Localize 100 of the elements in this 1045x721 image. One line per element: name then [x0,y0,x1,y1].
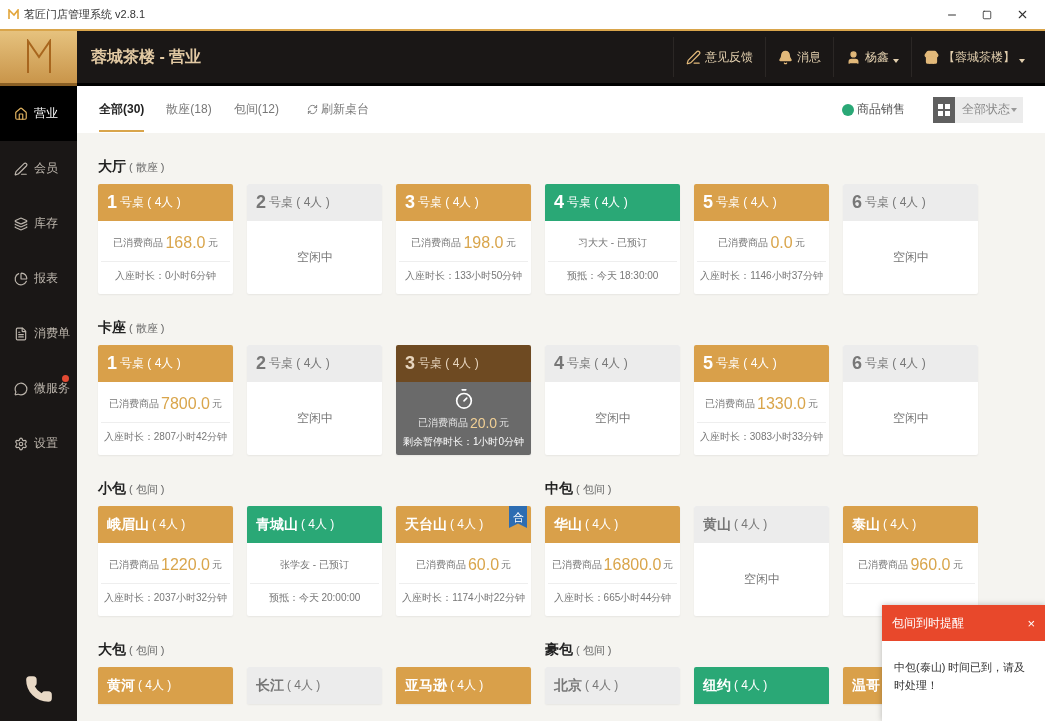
table-name: 峨眉山 [107,515,149,534]
table-card[interactable]: 6 号桌 ( 4人 ) 空闲中 [843,184,978,294]
filter-tab[interactable]: 散座(18) [166,87,212,132]
close-button[interactable]: × [1027,615,1035,631]
filter-tab[interactable]: 包间(12) [233,87,280,132]
table-card[interactable]: 华山 ( 4人 ) 已消费商品16800.0元 入座时长：665小时44分钟 [545,506,680,616]
sidebar-item[interactable]: 报表 [0,251,77,306]
table-card[interactable]: 北京 ( 4人 ) [545,667,680,704]
area-type: ( 包间 ) [576,482,612,497]
area-type: ( 包间 ) [129,482,165,497]
table-card[interactable]: 5 号桌 ( 4人 ) 已消费商品 0.0 元 入座时长：1146小时37分钟 [694,184,829,294]
table-capacity: ( 4人 ) [734,516,768,533]
table-card[interactable]: 长江 ( 4人 ) [247,667,382,704]
refresh-icon [307,104,319,115]
reservation-label: 张学友 - 已预订 [280,558,349,572]
table-note: 入座时长：1174小时22分钟 [402,591,525,605]
table-card[interactable]: 2 号桌 ( 4人 ) 空闲中 [247,345,382,455]
sidebar-item[interactable]: 设置 [0,416,77,471]
table-card[interactable]: 青城山 ( 4人 ) 张学友 - 已预订 预抵：今天 20:00:00 [247,506,382,616]
idle-label: 空闲中 [296,410,333,427]
chat-icon [14,381,28,396]
currency-unit: 元 [663,558,674,572]
area-type: ( 散座 ) [129,321,165,336]
status-select[interactable]: 全部状态 [933,96,1023,123]
sales-button[interactable]: 商品销售 [836,100,911,119]
table-capacity: 号桌 ( 4人 ) [567,355,628,372]
sidebar-item[interactable]: 营业 [0,86,77,141]
area-title: 大厅 [98,158,126,176]
header-action[interactable]: 【蓉城茶楼】 [911,37,1037,77]
table-capacity: ( 4人 ) [138,677,172,694]
sidebar-item[interactable]: 消费单 [0,306,77,361]
table-note: 入座时长：133小时50分钟 [404,269,523,283]
restore-icon [982,9,992,20]
toast-message: 中包(泰山) 时间已到，请及时处理！ [893,660,1027,693]
layers-icon [14,216,28,231]
toast-title: 包间到时提醒 [892,614,964,632]
table-capacity: 号桌 ( 4人 ) [120,194,181,211]
area-title: 卡座 [98,319,126,337]
refresh-button[interactable]: 刷新桌台 [301,100,376,119]
pen-icon [686,49,701,65]
consumed-label: 已消费商品 [417,415,468,430]
currency-unit: 元 [211,558,222,572]
table-capacity: ( 4人 ) [734,677,768,694]
consumed-amount: 7800.0 [161,395,210,413]
consumed-label: 已消费商品 [718,236,769,250]
table-card[interactable]: 3 号桌 ( 4人 ) 已消费商品 198.0 元 入座时长：133小时50分钟 [396,184,531,294]
table-card[interactable]: 2 号桌 ( 4人 ) 空闲中 [247,184,382,294]
area-title: 大包 [98,641,126,659]
area-title: 中包 [545,480,573,498]
table-card[interactable]: 泰山 ( 4人 ) 已消费商品 960.0 元 [843,506,978,616]
currency-unit: 元 [501,558,512,572]
idle-label: 空闲中 [743,571,780,588]
consumed-amount: 168.0 [165,234,206,252]
table-capacity: ( 4人 ) [450,516,484,533]
table-capacity: ( 4人 ) [883,516,917,533]
currency-unit: 元 [952,558,963,572]
table-card[interactable]: 纽约 ( 4人 ) [694,667,829,704]
currency-unit: 元 [505,236,516,250]
header-action[interactable]: 杨鑫 [833,37,911,77]
table-card[interactable]: 天台山 ( 4人 ) 合 已消费商品 60.0元 入座时长：1174小时22分钟 [396,506,531,616]
table-card[interactable]: 4 号桌 ( 4人 ) 空闲中 [545,345,680,455]
page-title: 蓉城茶楼 - 营业 [91,46,203,67]
table-capacity: ( 4人 ) [585,516,619,533]
window-title: 茗匠门店管理系统 v2.8.1 [24,7,147,22]
table-note: 预抵：今天 20:00:00 [268,591,361,605]
header-action[interactable]: 意见反馈 [673,37,765,77]
table-capacity: 号桌 ( 4人 ) [716,194,777,211]
table-capacity: 号桌 ( 4人 ) [269,355,330,372]
table-name: 亚马逊 [405,676,447,695]
table-card[interactable]: 黄山 ( 4人 ) 空闲中 [694,506,829,616]
sidebar-item[interactable]: 微服务 [0,361,77,416]
phone-button[interactable] [24,675,53,703]
bell-icon [778,49,793,65]
consumed-amount: 0.0 [770,234,793,252]
table-capacity: 号桌 ( 4人 ) [716,355,777,372]
consumed-label: 已消费商品 [113,236,164,250]
table-card[interactable]: 4 号桌 ( 4人 ) 习大大 - 已预订 预抵：今天 18:30:00 [545,184,680,294]
sidebar-item[interactable]: 库存 [0,196,77,251]
pen-icon [14,161,28,176]
header-action[interactable]: 消息 [765,37,833,77]
table-card[interactable]: 6 号桌 ( 4人 ) 空闲中 [843,345,978,455]
currency-unit: 元 [807,397,818,411]
table-name: 6 [852,192,862,213]
table-capacity: 号桌 ( 4人 ) [418,355,479,372]
table-card[interactable]: 1 号桌 ( 4人 ) 已消费商品7800.0元 入座时长：2807小时42分钟 [98,345,233,455]
table-name: 2 [256,353,266,374]
table-note: 入座时长：0小时6分钟 [114,269,217,283]
table-capacity: ( 4人 ) [585,677,619,694]
table-name: 天台山 [405,515,447,534]
consumed-amount: 16800.0 [603,556,662,574]
table-name: 2 [256,192,266,213]
pie-chart-icon [14,271,28,286]
consumed-label: 已消费商品 [858,558,909,572]
table-card[interactable]: 峨眉山 ( 4人 ) 已消费商品 1220.0元 入座时长：2037小时32分钟 [98,506,233,616]
consumed-amount: 1330.0 [757,395,806,413]
table-card[interactable]: 1 号桌 ( 4人 ) 已消费商品 168.0 元 入座时长：0小时6分钟 [98,184,233,294]
sidebar-item[interactable]: 会员 [0,141,77,196]
table-card[interactable]: 5 号桌 ( 4人 ) 已消费商品 1330.0元 入座时长：3083小时33分钟 [694,345,829,455]
phone-icon [24,675,53,703]
pause-remaining: 剩余暂停时长：1小时0分钟 [402,435,525,449]
